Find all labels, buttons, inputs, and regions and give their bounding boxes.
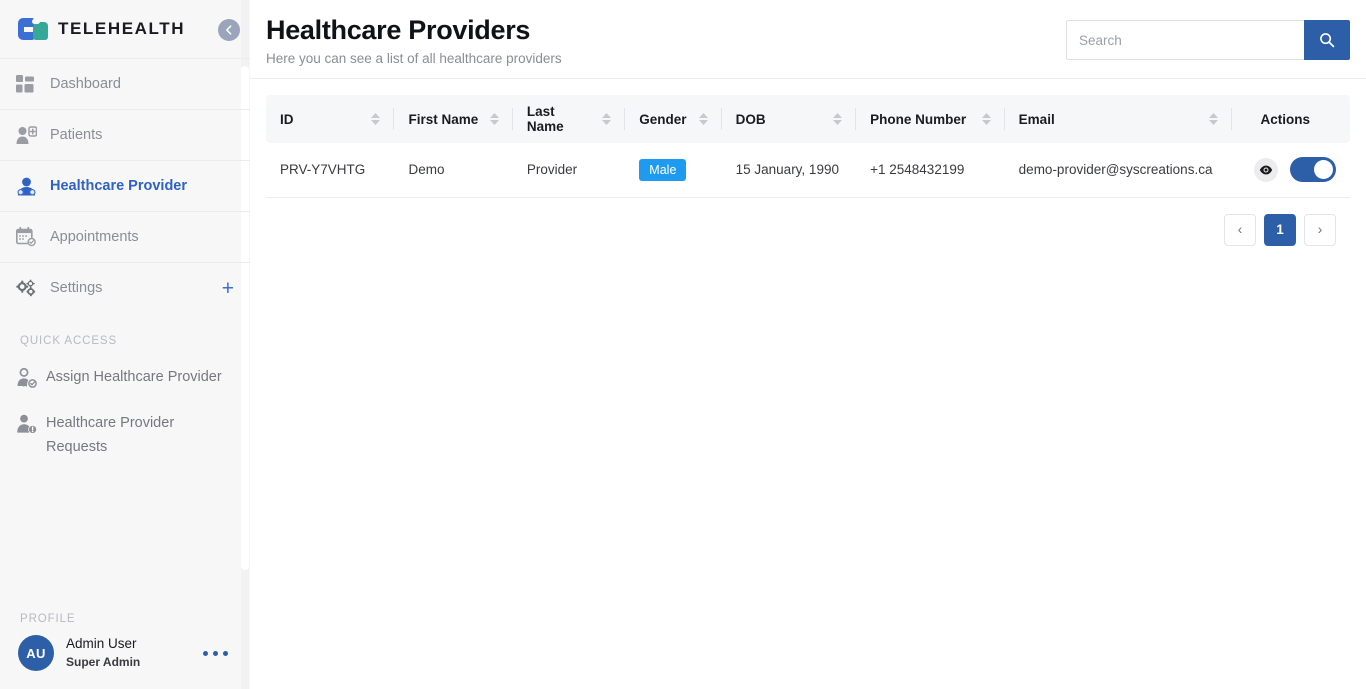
column-header-id[interactable]: ID xyxy=(266,95,395,143)
page-subtitle: Here you can see a list of all healthcar… xyxy=(266,50,562,66)
sidebar: TELEHEALTH Dashboard Patients Healthcare… xyxy=(0,0,250,689)
page-title: Healthcare Providers xyxy=(266,15,531,45)
app-root: TELEHEALTH Dashboard Patients Healthcare… xyxy=(0,0,1366,689)
sidebar-item-settings[interactable]: Settings + xyxy=(0,262,250,313)
column-label: First Name xyxy=(408,111,479,127)
quick-access-label: Healthcare Provider Requests xyxy=(46,415,175,455)
main-content: Healthcare Providers Here you can see a … xyxy=(250,0,1366,689)
brand-name: TELEHEALTH xyxy=(58,19,186,38)
healthcare-provider-icon xyxy=(16,177,44,196)
patients-icon xyxy=(16,125,44,145)
cell-last-name: Provider xyxy=(512,143,626,198)
profile-title: PROFILE xyxy=(20,613,76,625)
cell-gender: Male xyxy=(625,143,722,198)
provider-requests-icon xyxy=(16,412,46,440)
status-badge: Male xyxy=(639,158,687,181)
assign-provider-icon xyxy=(16,366,46,394)
cell-dob: 15 January, 1990 xyxy=(721,143,857,198)
column-label: Email xyxy=(1018,111,1055,127)
dashboard-grid-icon xyxy=(16,74,44,94)
column-label: Last Name xyxy=(526,104,564,134)
column-label: ID xyxy=(280,111,294,127)
three-dots-icon[interactable] xyxy=(203,650,236,656)
table-head: ID First Name Last Name Gender DOB Phone… xyxy=(266,95,1350,143)
quick-access-title: QUICK ACCESS xyxy=(20,335,118,347)
cell-actions xyxy=(1231,143,1350,198)
search-icon xyxy=(1320,33,1335,48)
sort-icon[interactable] xyxy=(371,113,381,125)
column-label: Gender xyxy=(639,111,687,127)
column-label: Actions xyxy=(1260,111,1310,127)
pagination: ‹ 1 › xyxy=(266,198,1350,246)
calendar-check-icon xyxy=(16,227,44,247)
brand: TELEHEALTH xyxy=(0,0,250,58)
cell-id: PRV-Y7VHTG xyxy=(266,143,395,198)
view-provider-button[interactable] xyxy=(1254,157,1278,182)
sort-icon[interactable] xyxy=(1208,113,1218,125)
profile-section: PROFILE AU Admin User Super Admin xyxy=(0,613,250,689)
column-header-gender[interactable]: Gender xyxy=(625,95,722,143)
column-header-dob[interactable]: DOB xyxy=(722,95,857,143)
search-input[interactable] xyxy=(1066,20,1304,60)
sidebar-item-patients[interactable]: Patients xyxy=(0,109,250,160)
quick-access-assign-healthcare-provider[interactable]: Assign Healthcare Provider xyxy=(0,357,250,403)
sidebar-item-label: Settings xyxy=(50,280,103,296)
profile-name: Admin User xyxy=(66,636,137,652)
sort-icon[interactable] xyxy=(602,113,612,125)
sidebar-item-label: Dashboard xyxy=(50,76,121,92)
page-header: Healthcare Providers Here you can see a … xyxy=(266,14,562,66)
gears-icon xyxy=(16,279,44,298)
sidebar-nav: Dashboard Patients Healthcare Provider A… xyxy=(0,58,250,313)
collapse-sidebar-button[interactable] xyxy=(218,19,240,41)
providers-table-card: ID First Name Last Name Gender DOB Phone… xyxy=(266,95,1350,246)
quick-access-healthcare-provider-requests[interactable]: Healthcare Provider Requests xyxy=(0,403,250,469)
profile-row[interactable]: AU Admin User Super Admin xyxy=(0,635,250,671)
pagination-next-button[interactable]: › xyxy=(1304,213,1336,246)
table-row[interactable]: PRV-Y7VHTG Demo Provider Male 15 January… xyxy=(266,143,1350,198)
sidebar-item-label: Appointments xyxy=(50,229,139,245)
sort-icon[interactable] xyxy=(489,113,499,125)
cell-first-name: Demo xyxy=(394,143,513,198)
content-area: ID First Name Last Name Gender DOB Phone… xyxy=(250,79,1366,246)
sidebar-item-label: Healthcare Provider xyxy=(50,178,188,194)
cell-phone: +1 2548432199 xyxy=(856,143,1005,198)
provider-status-toggle[interactable] xyxy=(1290,157,1336,183)
search-bar xyxy=(1066,20,1350,60)
sort-icon[interactable] xyxy=(698,113,708,125)
pagination-prev-button[interactable]: ‹ xyxy=(1224,213,1256,246)
column-label: Phone Number xyxy=(870,111,967,127)
providers-table: ID First Name Last Name Gender DOB Phone… xyxy=(266,95,1350,198)
column-label: DOB xyxy=(735,111,766,127)
column-header-actions: Actions xyxy=(1232,95,1351,143)
cell-email: demo-provider@syscreations.ca xyxy=(1004,143,1232,198)
search-button[interactable] xyxy=(1304,20,1350,60)
column-header-email[interactable]: Email xyxy=(1005,95,1232,143)
profile-meta: Admin User Super Admin xyxy=(66,635,140,670)
table-body: PRV-Y7VHTG Demo Provider Male 15 January… xyxy=(266,143,1350,198)
sidebar-item-appointments[interactable]: Appointments xyxy=(0,211,250,262)
table-header-row: ID First Name Last Name Gender DOB Phone… xyxy=(266,95,1350,143)
topbar: Healthcare Providers Here you can see a … xyxy=(250,0,1366,79)
avatar: AU xyxy=(18,635,54,671)
toggle-knob xyxy=(1314,160,1333,180)
add-setting-button[interactable]: + xyxy=(222,278,234,299)
sidebar-item-healthcare-provider[interactable]: Healthcare Provider xyxy=(0,160,250,211)
chevron-left-icon xyxy=(226,25,232,35)
telehealth-logo-icon xyxy=(18,18,48,40)
sidebar-item-dashboard[interactable]: Dashboard xyxy=(0,58,250,109)
sort-icon[interactable] xyxy=(981,113,991,125)
column-header-phone-number[interactable]: Phone Number xyxy=(856,95,1005,143)
sort-icon[interactable] xyxy=(833,113,843,125)
column-header-last-name[interactable]: Last Name xyxy=(513,95,626,143)
eye-icon xyxy=(1259,165,1273,175)
profile-role: Super Admin xyxy=(66,654,141,669)
sidebar-item-label: Patients xyxy=(50,127,103,143)
quick-access-label: Assign Healthcare Provider xyxy=(46,369,222,385)
pagination-page-1[interactable]: 1 xyxy=(1264,213,1296,246)
column-header-first-name[interactable]: First Name xyxy=(394,95,513,143)
